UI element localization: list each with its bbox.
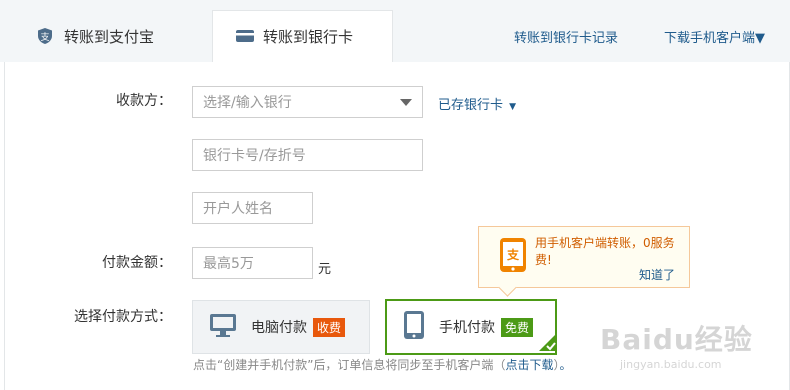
watermark-url: jingyan.baidu.com (620, 358, 722, 371)
amount-placeholder: 最高5万 (203, 256, 254, 272)
tab-label: 转账到支付宝 (64, 27, 155, 46)
account-holder-placeholder: 开户人姓名 (203, 201, 273, 217)
sync-note: 点击“创建并手机付款”后，订单信息将同步至手机客户端（点击下载）。 (193, 356, 572, 373)
pc-payment-label: 电脑付款 (251, 320, 307, 336)
baidu-watermark: Baidu经验 jingyan.baidu.com (600, 318, 770, 371)
mobile-payment-label: 手机付款 (439, 320, 495, 336)
tab-label: 转账到银行卡 (263, 28, 354, 46)
watermark-text: Baidu经验 (600, 323, 753, 356)
bank-select-placeholder: 选择/输入银行 (203, 95, 292, 111)
free-badge: 免费 (501, 317, 534, 337)
bank-select[interactable]: 选择/输入银行 (192, 86, 423, 118)
bank-card-icon (235, 28, 254, 46)
amount-input[interactable]: 最高5万 (192, 247, 313, 279)
tab-transfer-to-bank-card[interactable]: 转账到银行卡 (212, 10, 393, 62)
tooltip-text: 用手机客户端转账，0服务费! (535, 236, 675, 267)
card-number-input[interactable]: 银行卡号/存折号 (192, 139, 423, 171)
alipay-phone-icon: 支 (499, 237, 527, 277)
saved-cards-dropdown[interactable]: 已存银行卡 ▼ (438, 94, 516, 113)
sync-note-suffix: 。 (559, 358, 572, 372)
saved-cards-label: 已存银行卡 (438, 98, 504, 113)
sync-note-prefix-paren: （ (493, 358, 506, 372)
alipay-phone-icon-char: 支 (506, 248, 519, 262)
transfer-records-link[interactable]: 转账到银行卡记录 (514, 27, 618, 46)
small-caret-icon: ▼ (509, 102, 517, 112)
svg-text:支: 支 (40, 31, 49, 43)
sync-note-text: 点击“创建并手机付款”后，订单信息将同步至手机客户端 (193, 358, 494, 372)
card-number-placeholder: 银行卡号/存折号 (203, 148, 306, 164)
monitor-icon (209, 311, 237, 343)
alipay-shield-icon: 支 (36, 27, 54, 45)
payment-method-label: 选择付款方式： (74, 309, 172, 325)
account-holder-input[interactable]: 开户人姓名 (192, 192, 313, 224)
chevron-down-icon (400, 99, 412, 106)
pc-payment-option[interactable]: 电脑付款 收费 (192, 300, 370, 354)
phone-icon (403, 310, 425, 344)
fee-badge: 收费 (313, 317, 346, 337)
selected-check-icon (539, 333, 557, 355)
tooltip-dismiss-link[interactable]: 知道了 (639, 266, 675, 283)
payee-label: 收款方： (116, 93, 172, 109)
top-bar: 支 转账到支付宝 转账到银行卡 转账到银行卡记录 下载手机客户端▼ (0, 0, 790, 62)
mobile-promo-tooltip: 支 用手机客户端转账，0服务费! 知道了 (478, 226, 690, 297)
mobile-payment-option[interactable]: 手机付款 免费 (385, 299, 557, 355)
amount-unit: 元 (318, 262, 332, 277)
download-link[interactable]: 点击下载 (505, 358, 553, 372)
tab-transfer-to-alipay[interactable]: 支 转账到支付宝 (0, 10, 210, 62)
download-client-link[interactable]: 下载手机客户端▼ (664, 27, 765, 46)
amount-label: 付款金额： (102, 255, 172, 271)
